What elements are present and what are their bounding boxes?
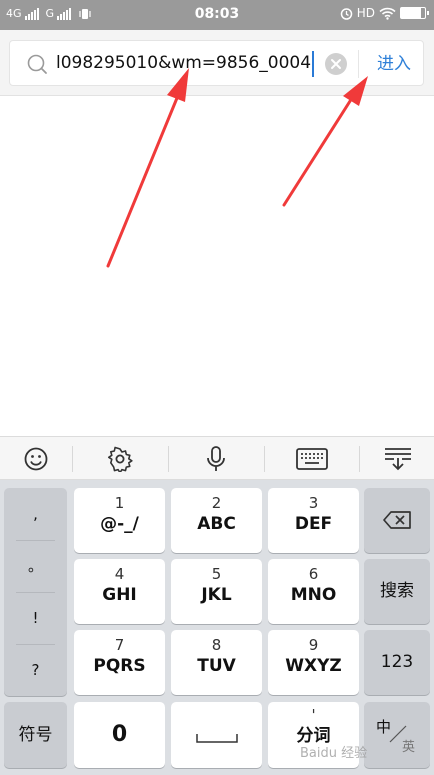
search-icon xyxy=(27,54,47,74)
punctuation-column: , 。 ! ? xyxy=(4,488,67,696)
key-4[interactable]: 4 GHI xyxy=(74,559,165,624)
punct-key-period[interactable]: 。 xyxy=(4,540,67,592)
key-2[interactable]: 2 ABC xyxy=(171,488,262,553)
key-number: 6 xyxy=(308,565,319,583)
keyboard: , 。 ! ? 1 @-_/ 2 ABC 3 DEF 4 GHI 5 JKL 6… xyxy=(0,480,434,775)
red-arrow-left xyxy=(106,68,189,268)
key-9[interactable]: 9 WXYZ xyxy=(268,630,359,695)
lang-en-label: 英 xyxy=(402,740,416,755)
key-0[interactable]: 0 xyxy=(74,702,165,768)
key-letters: JKL xyxy=(201,585,232,605)
key-6[interactable]: 6 MNO xyxy=(268,559,359,624)
key-number: 3 xyxy=(308,494,319,512)
key-8[interactable]: 8 TUV xyxy=(171,630,262,695)
address-bar[interactable]: 进入 xyxy=(9,40,424,86)
keyboard-toolbar xyxy=(0,436,434,480)
battery-level xyxy=(401,8,422,18)
key-5[interactable]: 5 JKL xyxy=(171,559,262,624)
search-key-label: 搜索 xyxy=(380,581,414,601)
microphone-icon[interactable] xyxy=(180,437,252,480)
status-right: HD xyxy=(340,6,429,20)
key-3[interactable]: 3 DEF xyxy=(268,488,359,553)
key-letters: WXYZ xyxy=(285,656,342,676)
key-number: 1 xyxy=(114,494,125,512)
address-bar-area: 进入 xyxy=(0,30,434,96)
key-number: 2 xyxy=(211,494,222,512)
key-number: 7 xyxy=(114,636,125,654)
key-letters: DEF xyxy=(294,514,333,534)
alarm-icon xyxy=(340,7,352,20)
key-letters: MNO xyxy=(290,585,337,605)
emoji-icon[interactable] xyxy=(0,437,72,480)
language-switch-key[interactable]: 中 英 xyxy=(364,702,430,768)
backspace-key[interactable] xyxy=(364,488,430,553)
punct-key-comma[interactable]: , xyxy=(4,488,67,540)
keyboard-icon[interactable] xyxy=(276,437,348,480)
space-icon xyxy=(195,734,238,743)
watermark: Baidu 经验 xyxy=(300,746,368,761)
key-letters: ABC xyxy=(197,514,236,534)
key-letters: @-_/ xyxy=(100,514,139,534)
search-key[interactable]: 搜索 xyxy=(364,559,430,624)
battery-icon xyxy=(400,7,429,19)
enter-button[interactable]: 进入 xyxy=(368,51,420,77)
toolbar-divider xyxy=(168,446,169,472)
numeric-key[interactable]: 123 xyxy=(364,630,430,695)
settings-icon[interactable] xyxy=(84,437,156,480)
symbols-key[interactable]: 符号 xyxy=(4,702,67,768)
key-1[interactable]: 1 @-_/ xyxy=(74,488,165,553)
segment-mark: ' xyxy=(311,706,316,724)
hd-label: HD xyxy=(356,6,375,20)
key-number: 4 xyxy=(114,565,125,583)
key-number: 8 xyxy=(211,636,222,654)
wifi-icon xyxy=(379,7,396,20)
key-7[interactable]: 7 PQRS xyxy=(74,630,165,695)
divider xyxy=(358,50,359,78)
key-number: 9 xyxy=(308,636,319,654)
toolbar-divider xyxy=(264,446,265,472)
text-caret xyxy=(312,51,314,77)
symbols-key-label: 符号 xyxy=(18,725,53,745)
key-number: 5 xyxy=(211,565,222,583)
clear-icon[interactable] xyxy=(325,53,347,75)
key-letters: PQRS xyxy=(93,656,146,676)
url-input[interactable] xyxy=(56,50,314,76)
key-letters: TUV xyxy=(197,656,236,676)
punct-key-question[interactable]: ? xyxy=(4,644,67,696)
status-bar: 4G G 08:03 HD xyxy=(0,0,434,30)
zero-key-label: 0 xyxy=(111,722,128,747)
toolbar-divider xyxy=(359,446,360,472)
backspace-icon xyxy=(383,511,411,529)
collapse-keyboard-icon[interactable] xyxy=(362,437,434,480)
key-letters: GHI xyxy=(102,585,137,605)
toolbar-divider xyxy=(72,446,73,472)
numeric-key-label: 123 xyxy=(380,652,414,672)
punct-key-exclaim[interactable]: ! xyxy=(4,592,67,644)
space-key[interactable] xyxy=(171,702,262,768)
